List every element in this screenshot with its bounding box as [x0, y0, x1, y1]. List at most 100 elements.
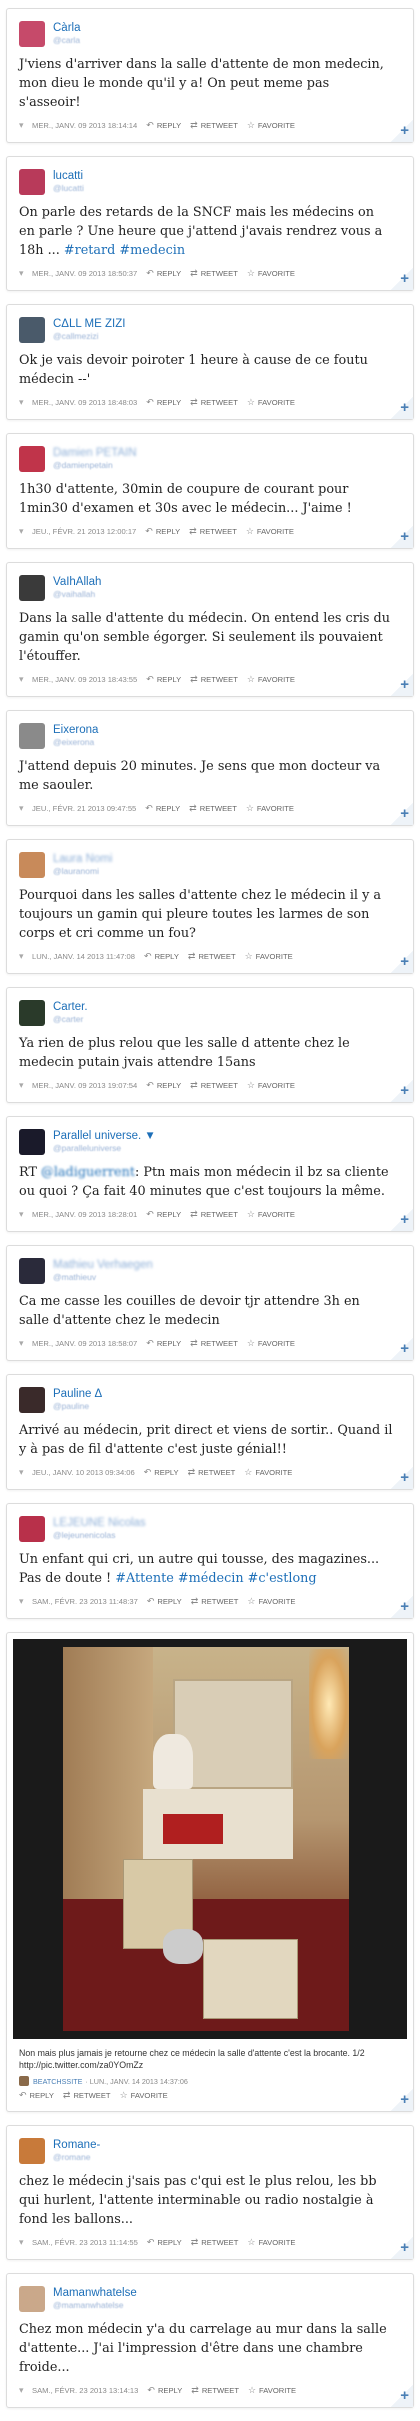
- reply-button[interactable]: ↶ REPLY: [146, 1338, 181, 1349]
- avatar[interactable]: [19, 2286, 45, 2312]
- reply-button[interactable]: ↶ REPLY: [146, 268, 181, 279]
- reply-button[interactable]: ↶ REPLY: [146, 397, 181, 408]
- expand-plus-button[interactable]: +: [391, 1080, 413, 1102]
- avatar[interactable]: [19, 317, 45, 343]
- favorite-button[interactable]: ☆ FAVORITE: [244, 1467, 292, 1478]
- user-handle[interactable]: @romane: [53, 2152, 100, 2163]
- avatar[interactable]: [19, 1258, 45, 1284]
- user-name[interactable]: Mathieu Verhaegen: [53, 1259, 153, 1272]
- tweet-date[interactable]: MER., JANV. 09 2013 18:58:07: [32, 1339, 137, 1348]
- expand-plus-button[interactable]: +: [391, 120, 413, 142]
- retweet-button[interactable]: ⇄ RETWEET: [188, 1467, 236, 1478]
- tweet-date[interactable]: LUN., JANV. 14 2013 11:47:08: [32, 952, 135, 961]
- reply-button[interactable]: ↶ REPLY: [147, 1596, 182, 1607]
- user-name[interactable]: Pauline Δ: [53, 1388, 102, 1401]
- user-name[interactable]: Mamanwhatelse: [53, 2287, 137, 2300]
- tweet-date[interactable]: SAM., FÉVR. 23 2013 13:14:13: [32, 2386, 138, 2395]
- hashtag-link[interactable]: #retard #medecin: [64, 243, 185, 258]
- expand-plus-button[interactable]: +: [391, 526, 413, 548]
- avatar[interactable]: [19, 21, 45, 47]
- avatar[interactable]: [19, 1129, 45, 1155]
- retweet-button[interactable]: ⇄ RETWEET: [190, 1080, 238, 1091]
- retweet-button[interactable]: ⇄ RETWEET: [189, 803, 237, 814]
- reply-button[interactable]: ↶ REPLY: [145, 526, 180, 537]
- expand-plus-button[interactable]: +: [391, 2237, 413, 2259]
- avatar[interactable]: [19, 852, 45, 878]
- favorite-button[interactable]: ☆ FAVORITE: [120, 2090, 168, 2101]
- reply-button[interactable]: ↶ REPLY: [146, 1080, 181, 1091]
- user-handle[interactable]: @mamanwhatelse: [53, 2300, 137, 2311]
- expand-plus-button[interactable]: +: [391, 1467, 413, 1489]
- user-name[interactable]: Càrla: [53, 22, 80, 35]
- expand-plus-button[interactable]: +: [391, 803, 413, 825]
- user-handle[interactable]: @eixerona: [53, 737, 98, 748]
- favorite-button[interactable]: ☆ FAVORITE: [247, 1338, 295, 1349]
- retweet-button[interactable]: ⇄ RETWEET: [190, 1338, 238, 1349]
- tweet-date[interactable]: SAM., FÉVR. 23 2013 11:14:55: [32, 2238, 138, 2247]
- reply-button[interactable]: ↶ REPLY: [147, 2385, 182, 2396]
- avatar[interactable]: [19, 2076, 29, 2086]
- reply-button[interactable]: ↶ REPLY: [146, 1209, 181, 1220]
- expand-plus-button[interactable]: +: [391, 674, 413, 696]
- user-name[interactable]: lucatti: [53, 170, 84, 183]
- retweet-button[interactable]: ⇄ RETWEET: [190, 1209, 238, 1220]
- expand-plus-button[interactable]: +: [391, 2385, 413, 2407]
- user-handle[interactable]: @lucatti: [53, 183, 84, 194]
- expand-plus-button[interactable]: +: [391, 1338, 413, 1360]
- reply-button[interactable]: ↶ REPLY: [19, 2090, 54, 2101]
- favorite-button[interactable]: ☆ FAVORITE: [247, 397, 295, 408]
- user-handle[interactable]: @vaihallah: [53, 589, 101, 600]
- expand-plus-button[interactable]: +: [391, 268, 413, 290]
- retweet-button[interactable]: ⇄ RETWEET: [190, 674, 238, 685]
- favorite-button[interactable]: ☆ FAVORITE: [247, 674, 295, 685]
- favorite-button[interactable]: ☆ FAVORITE: [247, 120, 295, 131]
- expand-plus-button[interactable]: +: [391, 397, 413, 419]
- tweet-date[interactable]: MER., JANV. 09 2013 19:07:54: [32, 1081, 137, 1090]
- avatar[interactable]: [19, 446, 45, 472]
- expand-plus-button[interactable]: +: [391, 951, 413, 973]
- tweet-date[interactable]: MER., JANV. 09 2013 18:28:01: [32, 1210, 137, 1219]
- user-handle[interactable]: @pauline: [53, 1401, 102, 1412]
- reply-button[interactable]: ↶ REPLY: [146, 120, 181, 131]
- user-name[interactable]: Eixerona: [53, 724, 98, 737]
- favorite-button[interactable]: ☆ FAVORITE: [247, 1209, 295, 1220]
- tweet-date[interactable]: SAM., FÉVR. 23 2013 11:48:37: [32, 1597, 138, 1606]
- tweet-photo[interactable]: [13, 1639, 407, 2039]
- retweet-button[interactable]: ⇄ RETWEET: [191, 2237, 239, 2248]
- user-name[interactable]: BEATCHSSITE: [33, 2077, 82, 2086]
- retweet-button[interactable]: ⇄ RETWEET: [191, 2385, 239, 2396]
- tweet-date[interactable]: JEU., FÉVR. 21 2013 12:00:17: [32, 527, 136, 536]
- retweet-button[interactable]: ⇄ RETWEET: [190, 268, 238, 279]
- retweet-button[interactable]: ⇄ RETWEET: [190, 120, 238, 131]
- avatar[interactable]: [19, 575, 45, 601]
- mention-link[interactable]: @ladiguerrent: [41, 1165, 135, 1180]
- user-handle[interactable]: @damienpetain: [53, 460, 137, 471]
- favorite-button[interactable]: ☆ FAVORITE: [246, 803, 294, 814]
- hashtag-link[interactable]: #Attente #médecin #c'estlong: [115, 1571, 316, 1586]
- user-handle[interactable]: @carter: [53, 1014, 88, 1025]
- user-name[interactable]: CΔLL ME ZIZI: [53, 318, 125, 331]
- tweet-date[interactable]: JEU., FÉVR. 21 2013 09:47:55: [32, 804, 136, 813]
- retweet-button[interactable]: ⇄ RETWEET: [191, 1596, 239, 1607]
- tweet-date[interactable]: MER., JANV. 09 2013 18:48:03: [32, 398, 137, 407]
- user-name[interactable]: Damien PETAIN: [53, 447, 137, 460]
- user-handle[interactable]: @lauranomi: [53, 866, 112, 877]
- reply-button[interactable]: ↶ REPLY: [144, 1467, 179, 1478]
- user-name[interactable]: Carter.: [53, 1001, 88, 1014]
- expand-plus-button[interactable]: +: [391, 2089, 413, 2111]
- favorite-button[interactable]: ☆ FAVORITE: [247, 1080, 295, 1091]
- favorite-button[interactable]: ☆ FAVORITE: [245, 951, 293, 962]
- user-handle[interactable]: @mathieuv: [53, 1272, 153, 1283]
- retweet-button[interactable]: ⇄ RETWEET: [190, 397, 238, 408]
- user-handle[interactable]: @callmezizi: [53, 331, 125, 342]
- favorite-button[interactable]: ☆ FAVORITE: [247, 2237, 295, 2248]
- user-name[interactable]: Parallel universe. ▼: [53, 1130, 156, 1143]
- user-handle[interactable]: @carla: [53, 35, 80, 46]
- retweet-button[interactable]: ⇄ RETWEET: [189, 526, 237, 537]
- reply-button[interactable]: ↶ REPLY: [144, 951, 179, 962]
- tweet-date[interactable]: MER., JANV. 09 2013 18:14:14: [32, 121, 137, 130]
- favorite-button[interactable]: ☆ FAVORITE: [248, 2385, 296, 2396]
- avatar[interactable]: [19, 1000, 45, 1026]
- avatar[interactable]: [19, 2138, 45, 2164]
- favorite-button[interactable]: ☆ FAVORITE: [247, 268, 295, 279]
